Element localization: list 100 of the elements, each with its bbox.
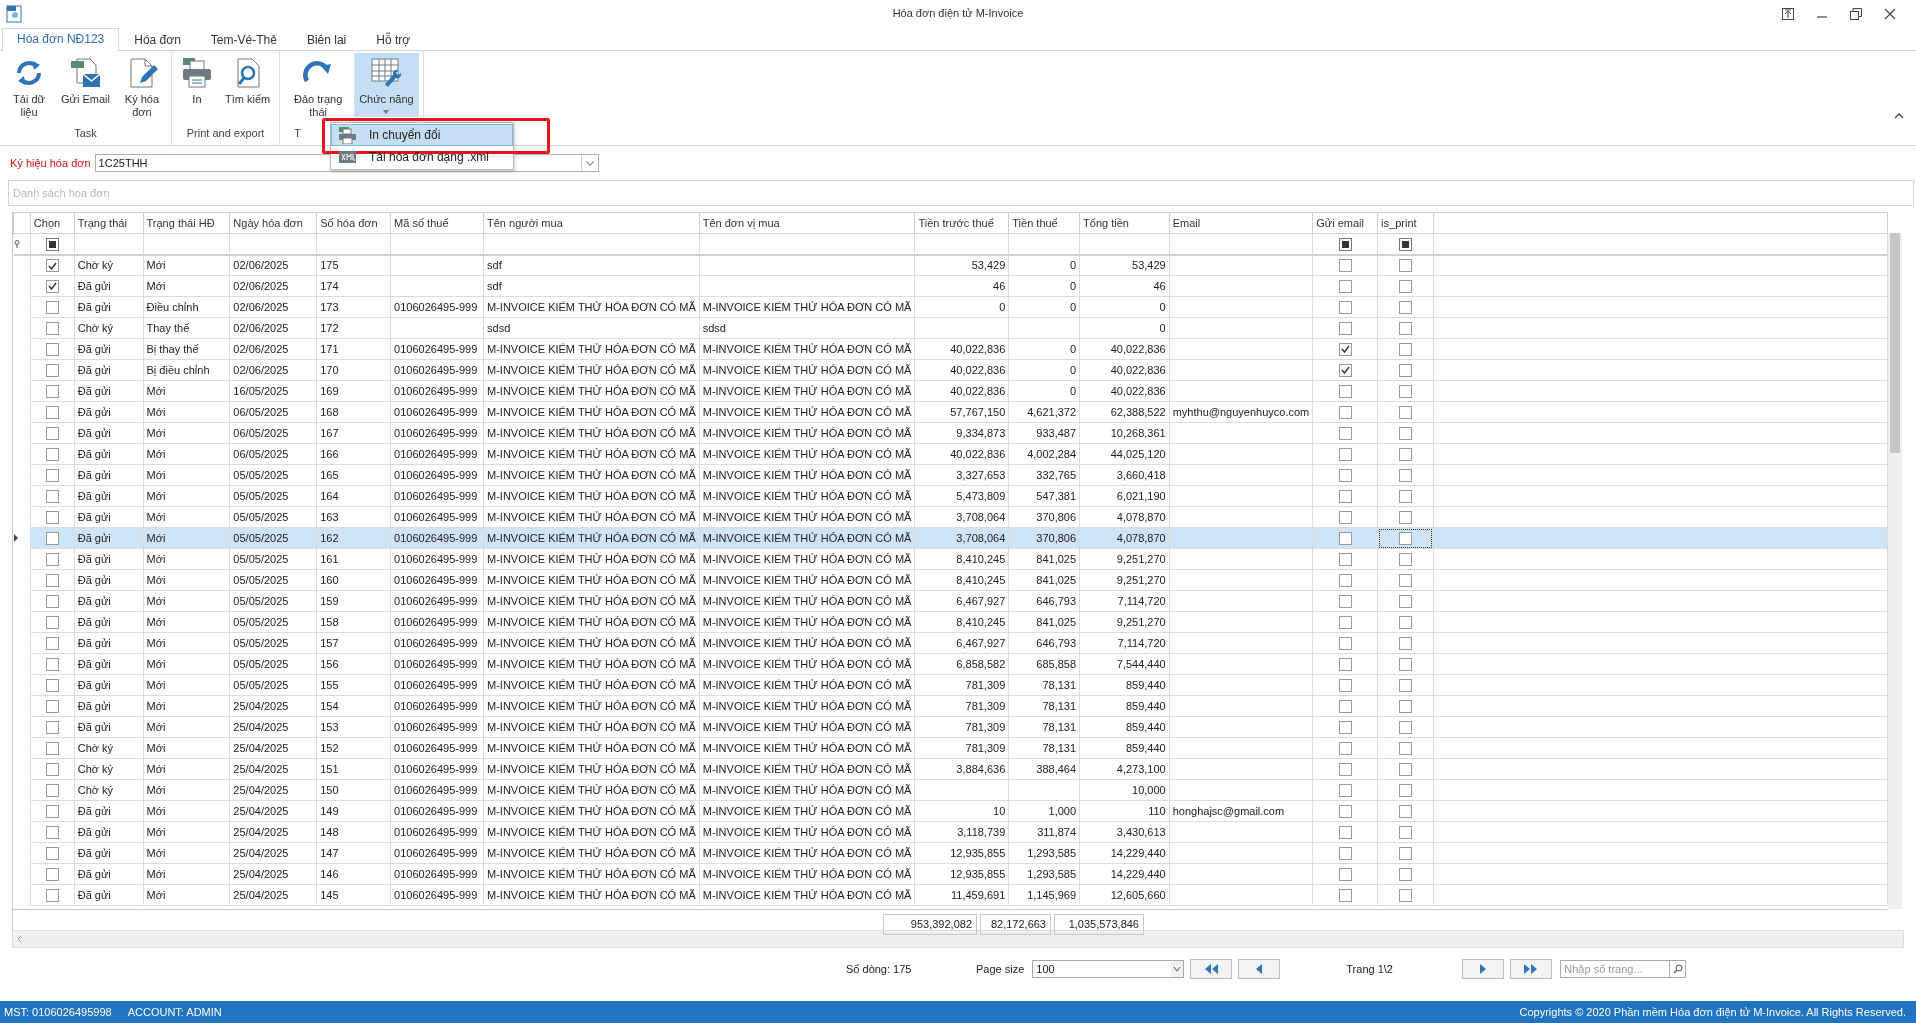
ribbon-button[interactable]: Tìm kiếm (219, 53, 276, 109)
scrollbar-thumb[interactable] (1890, 233, 1900, 453)
checkbox[interactable] (1399, 447, 1412, 461)
checkbox[interactable] (1338, 678, 1352, 692)
checkbox[interactable] (1399, 552, 1412, 566)
checkbox[interactable] (1338, 384, 1352, 398)
checkbox[interactable] (1399, 426, 1412, 440)
checkbox[interactable] (1399, 489, 1412, 503)
checkbox[interactable] (45, 300, 59, 314)
checkbox[interactable] (45, 846, 59, 860)
checkbox[interactable] (1399, 594, 1412, 608)
checkbox[interactable] (1399, 783, 1412, 797)
checkbox[interactable] (1399, 804, 1412, 818)
ribbon-tab[interactable]: Tem-Vé-Thẻ (195, 29, 292, 51)
checkbox[interactable] (1338, 741, 1352, 755)
checkbox[interactable] (1399, 300, 1412, 314)
page-size-select[interactable]: 100 (1032, 960, 1185, 978)
ribbon-tab[interactable]: Biên lai (291, 29, 362, 51)
checkbox[interactable] (1399, 699, 1412, 713)
checkbox[interactable] (45, 279, 59, 293)
checkbox[interactable] (45, 720, 59, 734)
ribbon-button[interactable]: Đảo trạng thái (284, 53, 353, 122)
checkbox[interactable] (45, 573, 59, 587)
checkbox[interactable] (45, 363, 59, 377)
checkbox[interactable] (45, 342, 59, 356)
checkbox[interactable] (45, 762, 59, 776)
checkbox[interactable] (45, 384, 59, 398)
last-page-button[interactable] (1510, 959, 1553, 979)
checkbox[interactable] (1399, 510, 1412, 524)
checkbox[interactable] (1338, 720, 1352, 734)
checkbox[interactable] (1399, 468, 1412, 482)
checkbox[interactable] (45, 489, 59, 503)
checkbox[interactable] (45, 678, 59, 692)
checkbox[interactable] (1399, 867, 1412, 881)
checkbox[interactable] (1399, 657, 1412, 671)
checkbox[interactable] (1399, 762, 1412, 776)
checkbox[interactable] (1338, 594, 1352, 608)
checkbox[interactable] (1338, 363, 1352, 377)
horizontal-scrollbar[interactable] (12, 930, 1904, 948)
checkbox[interactable] (45, 741, 59, 755)
checkbox[interactable] (1399, 384, 1412, 398)
checkbox[interactable] (1338, 300, 1352, 314)
column-header[interactable]: Email (1172, 217, 1201, 229)
checkbox[interactable] (45, 531, 59, 545)
checkbox[interactable] (1399, 363, 1412, 377)
ribbon-button[interactable]: Gửi Email (56, 53, 115, 109)
ribbon-tab[interactable]: Hỗ trợ (361, 29, 426, 51)
checkbox[interactable] (1399, 741, 1412, 755)
checkbox[interactable] (1399, 342, 1412, 356)
checkbox[interactable] (1338, 846, 1352, 860)
checkbox[interactable] (45, 804, 59, 818)
upload-box-icon[interactable] (1782, 8, 1794, 20)
checkbox[interactable] (1338, 783, 1352, 797)
checkbox[interactable] (1399, 846, 1412, 860)
ribbon-button[interactable]: In (175, 53, 218, 109)
checkbox[interactable] (1338, 405, 1352, 419)
menu-item[interactable]: Tải hóa đơn dạng .xml (331, 146, 513, 168)
ribbon-button[interactable]: Chức năng (354, 53, 419, 117)
ribbon-button[interactable]: Ký hóa đơn (116, 53, 167, 122)
checkbox[interactable] (1399, 321, 1412, 335)
checkbox[interactable] (1338, 259, 1352, 273)
checkbox[interactable] (1338, 636, 1352, 650)
checkbox[interactable] (45, 825, 59, 839)
checkbox[interactable] (45, 594, 59, 608)
collapse-icon[interactable] (1894, 113, 1904, 119)
checkbox[interactable] (1338, 573, 1352, 587)
checkbox[interactable] (1399, 720, 1412, 734)
checkbox[interactable] (1338, 447, 1352, 461)
checkbox[interactable] (45, 510, 59, 524)
checkbox[interactable] (45, 636, 59, 650)
column-header[interactable]: Tên người mua (487, 217, 563, 229)
checkbox[interactable] (1338, 489, 1352, 503)
checkbox[interactable] (45, 783, 59, 797)
checkbox[interactable] (45, 447, 59, 461)
checkbox[interactable] (1399, 259, 1412, 273)
checkbox[interactable] (45, 888, 59, 902)
checkbox[interactable] (45, 321, 59, 335)
ribbon-tab[interactable]: Hóa đơn (119, 29, 196, 51)
checkbox[interactable] (1399, 825, 1412, 839)
checkbox[interactable] (1399, 279, 1412, 293)
checkbox[interactable] (45, 657, 59, 671)
column-header[interactable]: Tên đơn vị mua (702, 217, 780, 229)
filter-checkbox[interactable] (1399, 237, 1412, 251)
filter-checkbox[interactable] (1338, 237, 1352, 251)
scrollbar[interactable] (1888, 233, 1902, 909)
filter-checkbox[interactable] (45, 237, 59, 251)
checkbox[interactable] (1338, 804, 1352, 818)
checkbox[interactable] (1338, 468, 1352, 482)
checkbox[interactable] (1399, 573, 1412, 587)
checkbox[interactable] (45, 468, 59, 482)
checkbox[interactable] (1399, 636, 1412, 650)
checkbox[interactable] (1338, 531, 1352, 545)
page-number-field[interactable]: Nhập số trang... (1560, 960, 1671, 978)
next-page-button[interactable] (1462, 959, 1505, 979)
scroll-left-icon[interactable] (17, 935, 22, 943)
checkbox[interactable] (45, 615, 59, 629)
close-icon[interactable] (1884, 8, 1896, 20)
checkbox[interactable] (45, 426, 59, 440)
checkbox[interactable] (1338, 699, 1352, 713)
checkbox[interactable] (45, 259, 59, 273)
